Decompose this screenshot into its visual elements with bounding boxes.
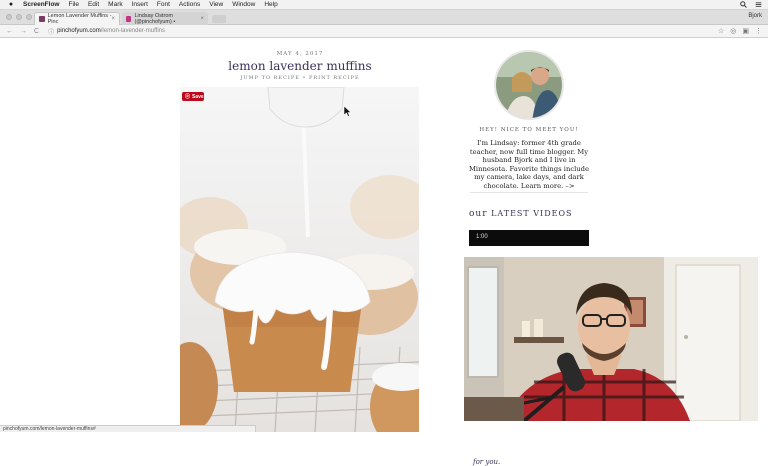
extension-icon[interactable]: ◎: [730, 27, 736, 35]
tab-bar: Lemon Lavender Muffins - Pinc × Lindsay …: [0, 10, 768, 25]
sidebar-greeting: HEY! NICE TO MEET YOU!: [479, 127, 579, 133]
search-icon[interactable]: [740, 0, 747, 10]
muffin-photo: [180, 87, 419, 432]
apple-menu-icon[interactable]: ●: [6, 1, 16, 8]
videos-prefix: our: [469, 209, 488, 219]
sidebar-divider: [470, 192, 588, 193]
presenter-video: [464, 257, 758, 421]
menu-dots-icon[interactable]: ⋮: [755, 27, 762, 35]
status-bar: pinchofyum.com/lemon-lavender-muffins#: [0, 425, 256, 432]
info-icon[interactable]: ⓘ: [48, 27, 54, 36]
tab-label: Lindsay Ostrom (@pinchofyum) •: [134, 12, 176, 25]
url-host: pinchofyum.com: [57, 28, 101, 34]
muffin-illustration: [180, 87, 419, 432]
instagram-favicon-icon: [126, 15, 132, 22]
pocket-icon[interactable]: ▣: [742, 27, 749, 35]
video-duration: 1:00: [476, 234, 488, 240]
tab-instagram[interactable]: Lindsay Ostrom (@pinchofyum) • ×: [122, 12, 208, 25]
new-tab-button[interactable]: [212, 15, 226, 23]
window-controls: [6, 14, 32, 20]
menu-list-icon[interactable]: [755, 1, 762, 10]
menu-mark[interactable]: Mark: [108, 1, 122, 8]
bookmark-star-icon[interactable]: ☆: [718, 27, 724, 35]
couple-photo: [496, 52, 562, 118]
menu-file[interactable]: File: [68, 1, 78, 8]
latest-videos-heading: our LATEST VIDEOS: [469, 209, 573, 219]
menu-window[interactable]: Window: [232, 1, 255, 8]
close-tab-icon[interactable]: ×: [200, 16, 204, 22]
url-path: /lemon-lavender-muffins: [100, 28, 166, 34]
tab-label: Lemon Lavender Muffins - Pinc: [47, 13, 112, 25]
author-bio: I'm Lindsay: former 4th grade teacher, n…: [468, 139, 590, 190]
minimize-window-button[interactable]: [16, 14, 22, 20]
url-field[interactable]: ⓘ pinchofyum.com /lemon-lavender-muffins: [48, 27, 165, 36]
pinterest-save-button[interactable]: ⓟ Save: [182, 92, 204, 101]
author-avatar[interactable]: [494, 50, 564, 120]
menu-help[interactable]: Help: [264, 1, 277, 8]
reload-button[interactable]: C: [34, 28, 39, 35]
videos-heading-text: LATEST VIDEOS: [491, 209, 573, 218]
post-title: lemon lavender muffins: [228, 59, 372, 73]
profile-name[interactable]: Bjork: [748, 13, 762, 19]
save-label: Save: [192, 93, 204, 100]
close-window-button[interactable]: [6, 14, 12, 20]
post-date: MAY 4, 2017: [276, 51, 324, 57]
mouse-cursor-icon: [344, 106, 352, 117]
forward-button[interactable]: →: [20, 28, 27, 35]
menu-bar: ● ScreenFlow File Edit Mark Insert Font …: [0, 0, 768, 10]
zoom-window-button[interactable]: [26, 14, 32, 20]
menu-actions[interactable]: Actions: [179, 1, 200, 8]
menu-insert[interactable]: Insert: [132, 1, 148, 8]
pinterest-icon: ⓟ: [185, 94, 191, 100]
close-tab-icon[interactable]: ×: [111, 16, 115, 22]
webcam-overlay: [464, 257, 758, 421]
recipe-links[interactable]: JUMP TO RECIPE • PRINT RECIPE: [180, 75, 420, 81]
menu-font[interactable]: Font: [157, 1, 170, 8]
address-bar: ← → C ⓘ pinchofyum.com /lemon-lavender-m…: [0, 25, 768, 38]
sidebar-partial-text: for you.: [473, 458, 501, 466]
pinch-of-yum-favicon-icon: [39, 16, 45, 22]
back-button[interactable]: ←: [6, 28, 13, 35]
menu-edit[interactable]: Edit: [88, 1, 99, 8]
menu-view[interactable]: View: [209, 1, 223, 8]
tab-lemon-lavender-muffins[interactable]: Lemon Lavender Muffins - Pinc ×: [34, 12, 120, 25]
menu-app-name[interactable]: ScreenFlow: [23, 1, 59, 8]
